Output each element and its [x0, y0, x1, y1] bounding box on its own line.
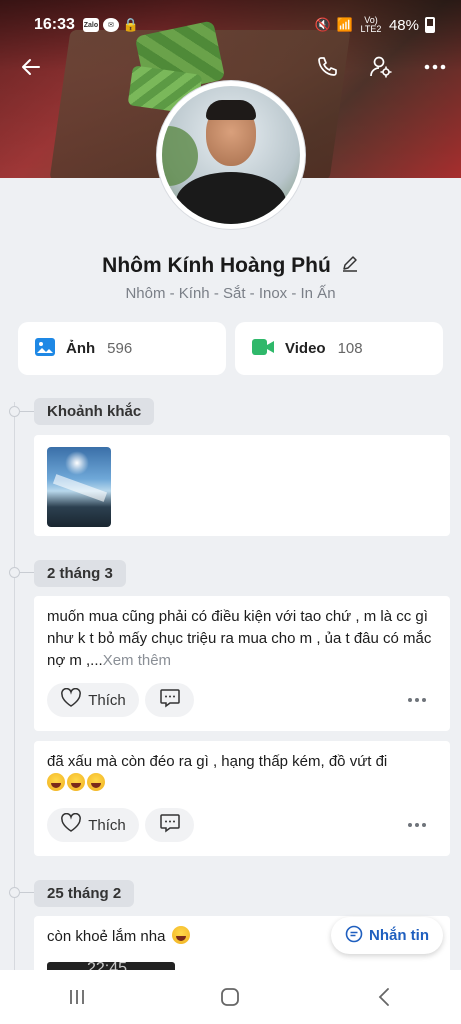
system-nav-bar — [0, 970, 461, 1024]
winking-emoji-icon — [171, 926, 190, 944]
post-body: còn khoẻ lắm nha — [47, 928, 166, 945]
post-card[interactable]: muốn mua cũng phải có điều kiện với tao … — [34, 596, 450, 731]
moments-card — [34, 435, 450, 536]
heart-icon — [60, 812, 82, 837]
timeline-dash — [20, 411, 34, 412]
comment-icon — [159, 688, 181, 712]
videos-count: 108 — [337, 340, 363, 357]
photos-label: Ảnh — [66, 340, 96, 357]
timeline-dash — [20, 892, 34, 893]
profile-name-row: Nhôm Kính Hoàng Phú — [0, 254, 461, 278]
post-body: đã xấu mà còn đéo ra gì , hạng thấp kém,… — [47, 753, 388, 770]
videos-card[interactable]: Video 108 — [235, 322, 443, 375]
videos-label: Video — [285, 340, 326, 357]
post-card[interactable]: đã xấu mà còn đéo ra gì , hạng thấp kém,… — [34, 741, 450, 856]
avatar-image — [162, 86, 300, 224]
status-bar: 16:33 Zalo ✉ 🔒 🔇 📶 Vo) LTE2 48% — [34, 14, 435, 36]
moments-chip: Khoảnh khắc — [34, 398, 155, 425]
comment-icon — [159, 813, 181, 837]
network-label: Vo) LTE2 — [360, 15, 382, 34]
home-icon[interactable] — [200, 977, 260, 1017]
phone-icon[interactable] — [312, 52, 342, 82]
like-label: Thích — [88, 691, 126, 709]
avatar[interactable] — [157, 81, 305, 229]
post-text: đã xấu mà còn đéo ra gì , hạng thấp kém,… — [47, 751, 436, 795]
profile-subtitle: Nhôm - Kính - Sắt - Inox - In Ấn — [125, 285, 336, 302]
heart-icon — [60, 687, 82, 712]
date-chip: 25 tháng 2 — [34, 880, 135, 907]
post-more-icon[interactable] — [408, 822, 430, 828]
avatar-shirt — [176, 172, 286, 224]
timeline-dot — [9, 406, 20, 417]
moment-thumb-text — [52, 474, 108, 502]
comment-button[interactable] — [145, 683, 194, 717]
timeline-dot — [9, 887, 20, 898]
back-nav-icon[interactable] — [354, 977, 414, 1017]
edit-pencil-icon[interactable] — [341, 254, 359, 278]
battery-label: 48% — [388, 16, 419, 34]
profile-name: Nhôm Kính Hoàng Phú — [102, 254, 331, 277]
message-label: Nhắn tin — [369, 927, 429, 944]
battery-icon — [425, 17, 435, 33]
photos-count: 596 — [107, 340, 133, 357]
avatar-hair — [206, 100, 256, 120]
messenger-notification-icon: ✉ — [102, 18, 119, 32]
post-more-icon[interactable] — [408, 697, 430, 703]
timeline-dot — [9, 567, 20, 578]
message-icon — [345, 925, 363, 947]
like-button[interactable]: Thích — [47, 808, 139, 842]
lock-icon: 🔒 — [122, 17, 140, 32]
timeline-dash — [20, 572, 34, 573]
moment-thumbnail[interactable] — [47, 447, 111, 527]
photos-card[interactable]: Ảnh 596 — [18, 322, 226, 375]
avatar-leaf — [162, 126, 198, 186]
mute-icon: 🔇 — [314, 17, 331, 32]
recent-apps-icon[interactable] — [47, 977, 107, 1017]
more-icon[interactable] — [420, 52, 450, 82]
message-button[interactable]: Nhắn tin — [331, 917, 443, 954]
crying-emoji-icon — [47, 773, 107, 792]
post-text: muốn mua cũng phải có điều kiện với tao … — [47, 606, 436, 672]
wifi-icon: 📶 — [336, 17, 353, 32]
comment-button[interactable] — [145, 808, 194, 842]
user-settings-icon[interactable] — [366, 52, 396, 82]
like-label: Thích — [88, 816, 126, 834]
date-chip: 2 tháng 3 — [34, 560, 126, 587]
zalo-notification-icon: Zalo — [82, 18, 99, 32]
see-more-link[interactable]: Xem thêm — [103, 652, 171, 669]
status-time: 16:33 — [34, 16, 75, 33]
like-button[interactable]: Thích — [47, 683, 139, 717]
video-camera-icon — [251, 336, 275, 362]
moment-thumb-sun — [65, 451, 89, 475]
back-arrow-icon[interactable] — [16, 52, 46, 82]
photo-icon — [34, 336, 56, 362]
